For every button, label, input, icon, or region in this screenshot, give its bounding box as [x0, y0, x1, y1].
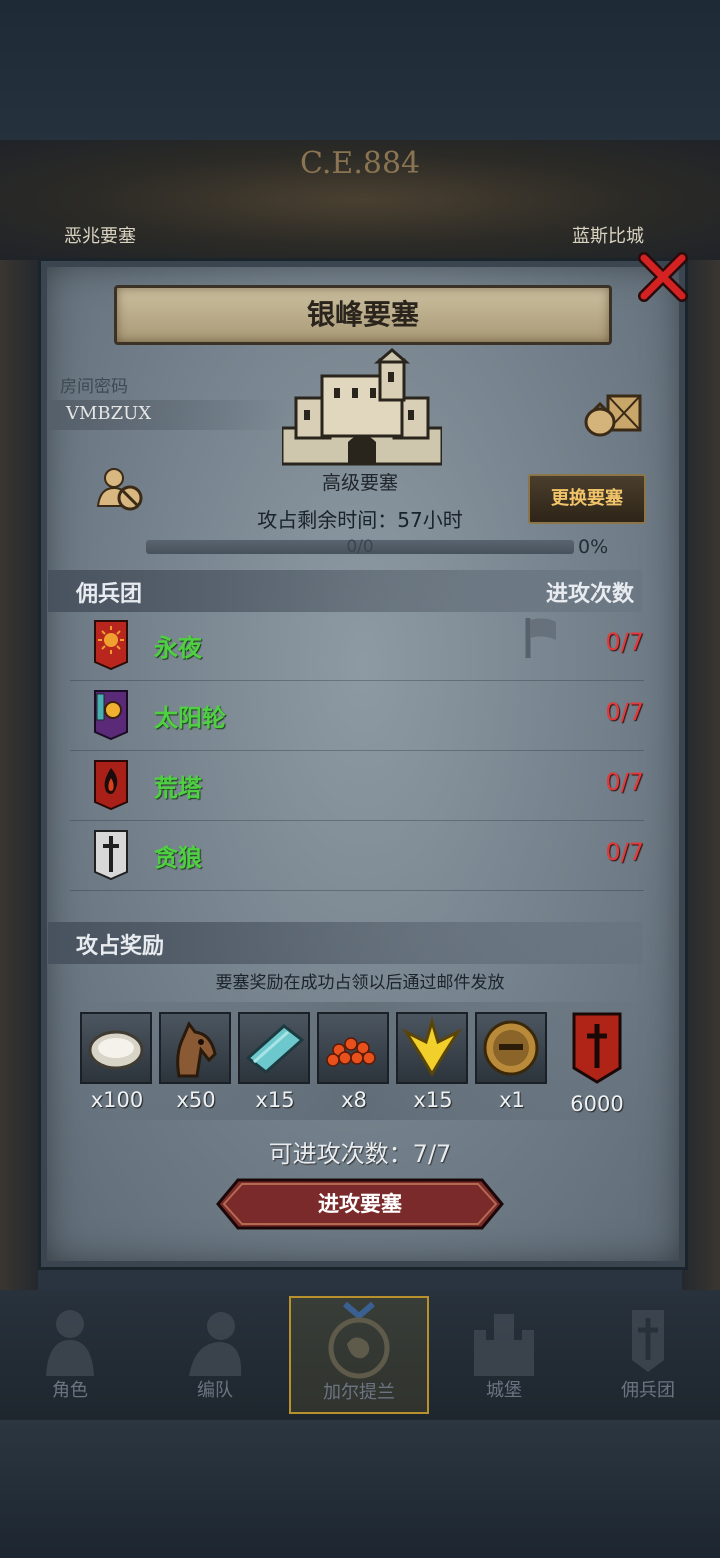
- map-icon: [328, 1301, 390, 1379]
- horse-icon: [176, 1021, 217, 1078]
- mercenary-row[interactable]: 贪狼 0/7: [70, 820, 644, 891]
- map-edge-left: [0, 260, 38, 1290]
- capture-progress-percent: 0%: [578, 536, 609, 558]
- nav-item-castle[interactable]: 城堡: [434, 1296, 574, 1414]
- change-fortress-button[interactable]: 更换要塞: [528, 474, 646, 524]
- reward-item[interactable]: x1: [475, 1012, 549, 1112]
- gold-crest-icon: [401, 1016, 463, 1077]
- nav-item-role[interactable]: 角色: [0, 1296, 140, 1414]
- top-backdrop: [0, 0, 720, 140]
- knight-icon: [46, 1310, 94, 1376]
- fortress-icon: [282, 348, 442, 466]
- sunwheel-banner-icon: [94, 690, 128, 740]
- attack-count: 0/7: [605, 698, 644, 726]
- era-label: C.E.884: [300, 146, 421, 181]
- reward-quantity: x15: [413, 1088, 453, 1112]
- cloth-icon: [245, 1024, 305, 1074]
- fortress-type: 高级要塞: [321, 472, 398, 494]
- reward-item[interactable]: x8: [317, 1012, 391, 1112]
- reward-quantity: x15: [255, 1088, 295, 1112]
- map-city-right[interactable]: 蓝斯比城: [572, 222, 644, 248]
- reward-quantity: x100: [90, 1088, 144, 1112]
- dialog-title: 银峰要塞: [114, 285, 612, 345]
- reward-quantity: x1: [499, 1088, 525, 1112]
- mercenary-row[interactable]: 太阳轮 0/7: [70, 680, 644, 751]
- nav-item-mercenary[interactable]: 佣兵团: [578, 1296, 718, 1414]
- mercenary-name: 荒塔: [154, 774, 202, 802]
- remaining-time: 攻占剩余时间：57小时: [257, 508, 463, 532]
- castle-icon: [474, 1314, 534, 1376]
- available-attempts: 可进攻次数：7/7: [268, 1140, 452, 1168]
- oyster-icon: [88, 1030, 144, 1070]
- mercenary-name: 太阳轮: [154, 704, 226, 732]
- nav-item-formation[interactable]: 编队: [145, 1296, 285, 1414]
- attack-count: 0/7: [605, 768, 644, 796]
- sun-banner-icon: [94, 620, 128, 670]
- reward-item[interactable]: x15: [396, 1012, 470, 1112]
- capture-progress-text: 0/0: [346, 537, 374, 557]
- fire-banner-icon: [94, 760, 128, 810]
- mercenary-name: 贪狼: [154, 844, 202, 872]
- reward-item[interactable]: x50: [159, 1012, 233, 1112]
- mercenary-header: 佣兵团: [76, 582, 143, 607]
- block-user-icon[interactable]: [96, 466, 144, 512]
- mercenary-icon: [632, 1310, 664, 1372]
- room-code-value[interactable]: VMBZUX: [66, 403, 151, 424]
- attack-count: 0/7: [605, 838, 644, 866]
- supply-bag-icon[interactable]: [582, 390, 644, 438]
- nav-item-galtiran[interactable]: 加尔提兰: [289, 1296, 429, 1414]
- flag-icon: [525, 618, 556, 658]
- caviar-icon: [326, 1037, 376, 1067]
- room-password-label: 房间密码: [60, 377, 128, 397]
- reward-quantity: x50: [176, 1088, 216, 1112]
- attack-fortress-label[interactable]: 进攻要塞: [216, 1178, 504, 1230]
- mercenary-name: 永夜: [154, 634, 202, 662]
- mercenary-row[interactable]: 荒塔 0/7: [70, 750, 644, 821]
- formation-icon: [189, 1312, 242, 1376]
- reward-quantity: x8: [341, 1088, 367, 1112]
- attack-count-header: 进攻次数: [546, 582, 635, 607]
- mercenary-row[interactable]: 永夜 0/7: [70, 610, 644, 681]
- map-city-left[interactable]: 恶兆要塞: [64, 222, 136, 248]
- reward-note: 要塞奖励在成功占领以后通过邮件发放: [215, 973, 505, 993]
- reward-item[interactable]: x15: [238, 1012, 312, 1112]
- close-icon[interactable]: [636, 250, 690, 304]
- attack-count: 0/7: [605, 628, 644, 656]
- reward-item[interactable]: 6000: [560, 1012, 634, 1116]
- helmet-medal-icon: [483, 1020, 539, 1076]
- reward-quantity: 6000: [570, 1092, 624, 1116]
- bottom-backdrop: [0, 1420, 720, 1558]
- reward-item[interactable]: x100: [80, 1012, 154, 1112]
- reward-header: 攻占奖励: [76, 934, 165, 959]
- red-banner-icon: [572, 1012, 622, 1084]
- sword-banner-icon: [94, 830, 128, 880]
